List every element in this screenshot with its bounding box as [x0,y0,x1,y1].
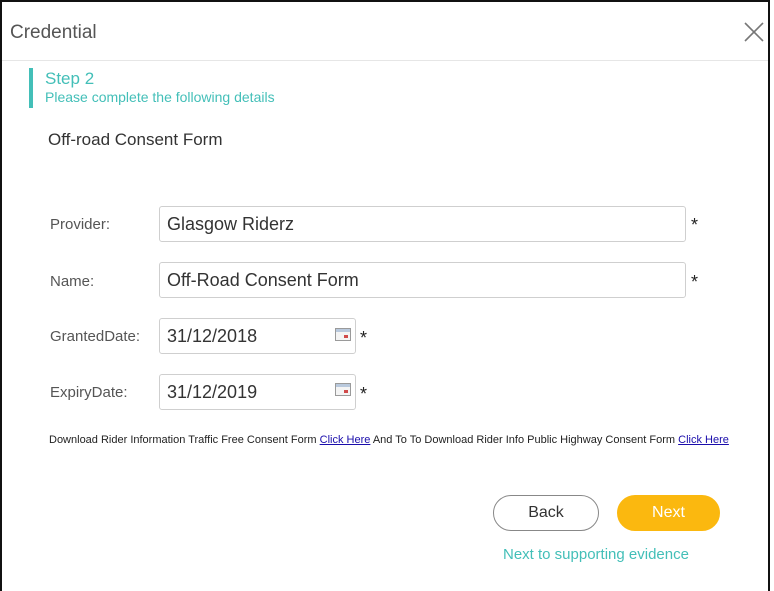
close-icon[interactable] [742,20,766,44]
step-indicator: Step 2 Please complete the following det… [29,68,275,108]
back-button[interactable]: Back [493,495,599,531]
expiry-date-calendar-icon[interactable] [335,383,351,396]
step-subtitle: Please complete the following details [45,89,275,105]
provider-required-marker: * [691,215,699,235]
dialog-title: Credential [10,22,97,43]
expiry-date-input[interactable] [159,374,356,410]
name-required-marker: * [691,272,699,292]
expiry-date-required-marker: * [360,384,368,404]
public-highway-consent-link[interactable]: Click Here [678,434,729,446]
download-text-2: And To To Download Rider Info Public Hig… [370,434,679,446]
step-title: Step 2 [45,69,95,88]
provider-label: Provider: [50,216,111,233]
name-label: Name: [50,273,95,290]
name-input[interactable] [159,262,686,298]
dialog-header: Credential [2,2,768,61]
granted-date-input[interactable] [159,318,356,354]
provider-input[interactable] [159,206,686,242]
credential-dialog: Credential Step 2 Please complete the fo… [0,0,770,591]
granted-date-calendar-icon[interactable] [335,328,351,341]
granted-date-label: GrantedDate: [50,328,141,345]
download-instructions: Download Rider Information Traffic Free … [49,434,749,447]
form-title: Off-road Consent Form [48,130,223,149]
granted-date-required-marker: * [360,328,368,348]
traffic-free-consent-link[interactable]: Click Here [320,434,371,446]
next-button[interactable]: Next [617,495,720,531]
expiry-date-label: ExpiryDate: [50,384,128,401]
next-hint-link[interactable]: Next to supporting evidence [503,546,689,563]
download-text-1: Download Rider Information Traffic Free … [49,434,320,446]
